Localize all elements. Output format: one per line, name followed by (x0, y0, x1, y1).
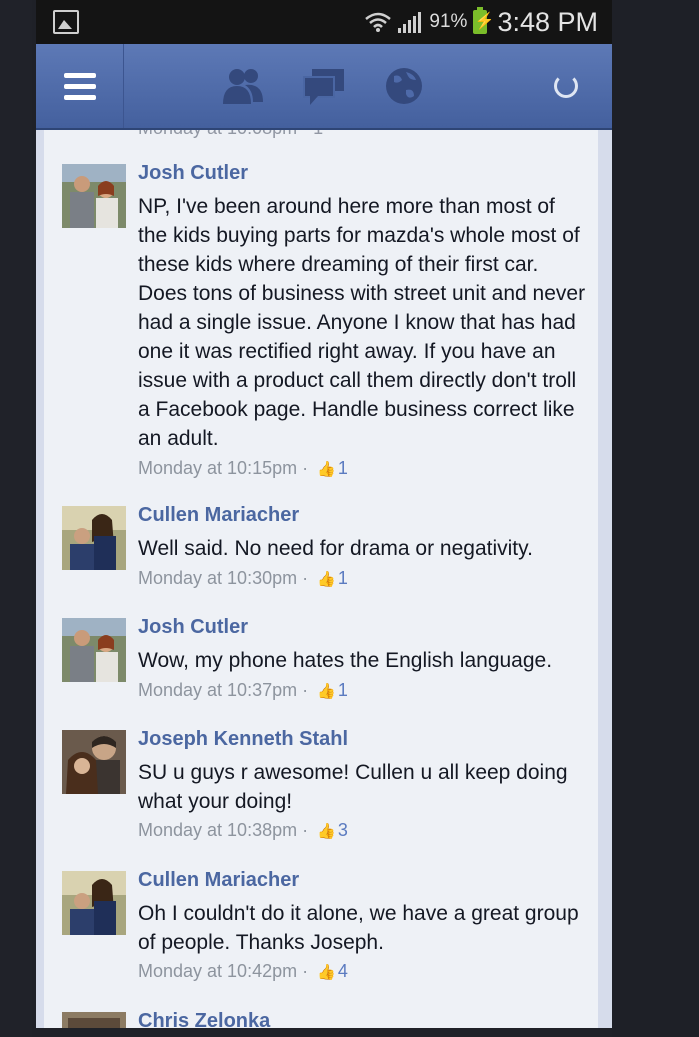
comment-time[interactable]: Monday at 10:42pm (138, 961, 297, 981)
notifications-globe-icon[interactable] (382, 66, 426, 106)
thumbs-up-icon: 👍 (317, 683, 336, 700)
battery-percent: 91% (429, 11, 468, 32)
avatar[interactable] (62, 1012, 126, 1028)
comments-feed[interactable]: Monday at 10:08pm · 1 Josh Cutler NP, I'… (36, 130, 612, 1028)
comment: Joseph Kenneth Stahl SU u guys r awesome… (62, 728, 592, 848)
comment-time[interactable]: Monday at 10:15pm (138, 458, 297, 478)
comment-text: Well said. No need for drama or negativi… (138, 537, 533, 560)
menu-button[interactable] (36, 44, 124, 128)
feed-right-border (598, 130, 612, 1028)
right-background (612, 0, 699, 1037)
comment-meta: Monday at 10:15pm · 👍 1 (138, 458, 348, 479)
thumbs-up-icon: 👍 (317, 823, 336, 840)
meta-separator: · (302, 458, 309, 478)
thumbs-up-icon: 👍 (317, 964, 336, 981)
image-icon (53, 10, 79, 34)
avatar[interactable] (62, 506, 126, 570)
messages-icon[interactable] (302, 66, 346, 106)
facebook-header (36, 44, 612, 130)
friend-requests-icon[interactable] (221, 66, 265, 106)
comment-meta: Monday at 10:38pm · 👍 3 (138, 820, 348, 841)
avatar[interactable] (62, 730, 126, 794)
avatar[interactable] (62, 871, 126, 935)
signal-icon (398, 12, 422, 33)
comment-time[interactable]: Monday at 10:37pm (138, 680, 297, 700)
like-count[interactable]: 3 (338, 820, 348, 840)
loading-icon (554, 74, 578, 98)
comment: Cullen Mariacher Oh I couldn't do it alo… (62, 869, 592, 989)
comment-author[interactable]: Cullen Mariacher (138, 869, 299, 892)
comment-text: NP, I've been around here more than most… (138, 195, 586, 450)
feed-left-border (36, 130, 44, 1028)
comment-meta: Monday at 10:37pm · 👍 1 (138, 680, 348, 701)
meta-separator: · (302, 680, 309, 700)
comment-time[interactable]: Monday at 10:30pm (138, 568, 297, 588)
meta-separator: · (302, 568, 309, 588)
previous-comment-meta: Monday at 10:08pm · 1 (138, 130, 323, 139)
comment-text: Wow, my phone hates the English language… (138, 649, 553, 672)
left-background (0, 0, 32, 1037)
menu-icon (64, 73, 96, 78)
comment: Josh Cutler NP, I've been around here mo… (62, 162, 592, 482)
avatar[interactable] (62, 164, 126, 228)
comment-author[interactable]: Josh Cutler (138, 616, 248, 639)
like-count[interactable]: 1 (338, 680, 348, 700)
status-bar: 91% ⚡ 3:48 PM (36, 0, 612, 44)
comment-text: Oh I couldn't do it alone, we have a gre… (138, 902, 579, 954)
phone-screen: 91% ⚡ 3:48 PM Monday at 10 (36, 0, 612, 1028)
like-count[interactable]: 4 (338, 961, 348, 981)
comment: Josh Cutler Wow, my phone hates the Engl… (62, 616, 592, 716)
like-count[interactable]: 1 (338, 458, 348, 478)
comment: Chris Zelonka (62, 1010, 592, 1028)
comment-meta: Monday at 10:42pm · 👍 4 (138, 961, 348, 982)
comment: Cullen Mariacher Well said. No need for … (62, 504, 592, 604)
comment-author[interactable]: Cullen Mariacher (138, 504, 299, 527)
meta-separator: · (302, 820, 309, 840)
comment-author[interactable]: Josh Cutler (138, 162, 248, 185)
comment-author[interactable]: Joseph Kenneth Stahl (138, 728, 348, 751)
battery-icon: ⚡ (473, 7, 494, 34)
menu-icon-bar (64, 84, 96, 89)
avatar[interactable] (62, 618, 126, 682)
wifi-icon (365, 12, 392, 32)
comment-text: SU u guys r awesome! Cullen u all keep d… (138, 761, 568, 813)
menu-icon-bar (64, 95, 96, 100)
meta-separator: · (302, 961, 309, 981)
thumbs-up-icon: 👍 (317, 571, 336, 588)
comment-author[interactable]: Chris Zelonka (138, 1010, 270, 1028)
thumbs-up-icon: 👍 (317, 461, 336, 478)
comment-time[interactable]: Monday at 10:38pm (138, 820, 297, 840)
status-time: 3:48 PM (497, 6, 598, 37)
comment-meta: Monday at 10:30pm · 👍 1 (138, 568, 348, 589)
like-count[interactable]: 1 (338, 568, 348, 588)
